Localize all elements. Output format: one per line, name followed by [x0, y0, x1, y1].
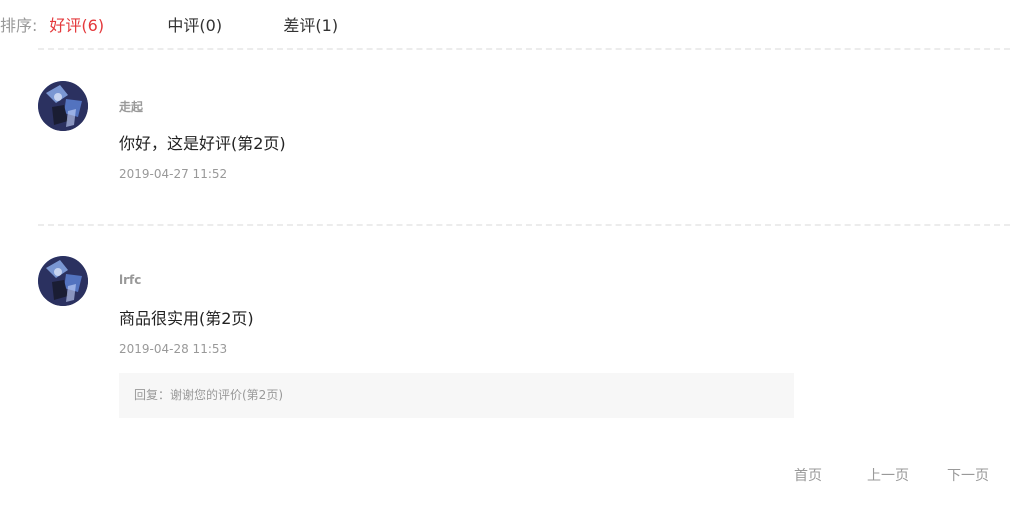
- prev-page-link[interactable]: 上一页: [867, 465, 909, 485]
- comment-item: lrfc 商品很实用(第2页) 2019-04-28 11:53 回复：谢谢您的…: [38, 256, 1010, 421]
- avatar-image-icon: [38, 81, 88, 131]
- comment-username: 走起: [119, 100, 144, 114]
- tab-neutral-reviews[interactable]: 中评(0): [167, 12, 283, 36]
- user-avatar: [38, 256, 88, 306]
- next-page-link[interactable]: 下一页: [947, 465, 989, 485]
- sort-bar: 排序: 好评(6) 中评(0) 差评(1): [0, 12, 363, 36]
- user-avatar: [38, 81, 88, 131]
- tab-good-reviews[interactable]: 好评(6): [49, 12, 167, 36]
- comment-content: 你好，这是好评(第2页): [119, 134, 286, 153]
- divider: [38, 224, 1010, 226]
- comment-username: lrfc: [119, 273, 142, 287]
- avatar-image-icon: [38, 256, 88, 306]
- comment-time: 2019-04-27 11:52: [119, 167, 228, 181]
- merchant-reply: 回复：谢谢您的评价(第2页): [119, 373, 794, 418]
- sort-label: 排序:: [0, 16, 38, 35]
- tab-bad-reviews[interactable]: 差评(1): [283, 12, 363, 36]
- comment-item: 走起 你好，这是好评(第2页) 2019-04-27 11:52: [38, 81, 1010, 191]
- comment-time: 2019-04-28 11:53: [119, 342, 228, 356]
- comment-content: 商品很实用(第2页): [119, 309, 254, 328]
- review-page: 排序: 好评(6) 中评(0) 差评(1) 走起 你好，这是好评(第2页) 20…: [0, 0, 1010, 512]
- first-page-link[interactable]: 首页: [794, 465, 822, 485]
- divider: [38, 48, 1010, 50]
